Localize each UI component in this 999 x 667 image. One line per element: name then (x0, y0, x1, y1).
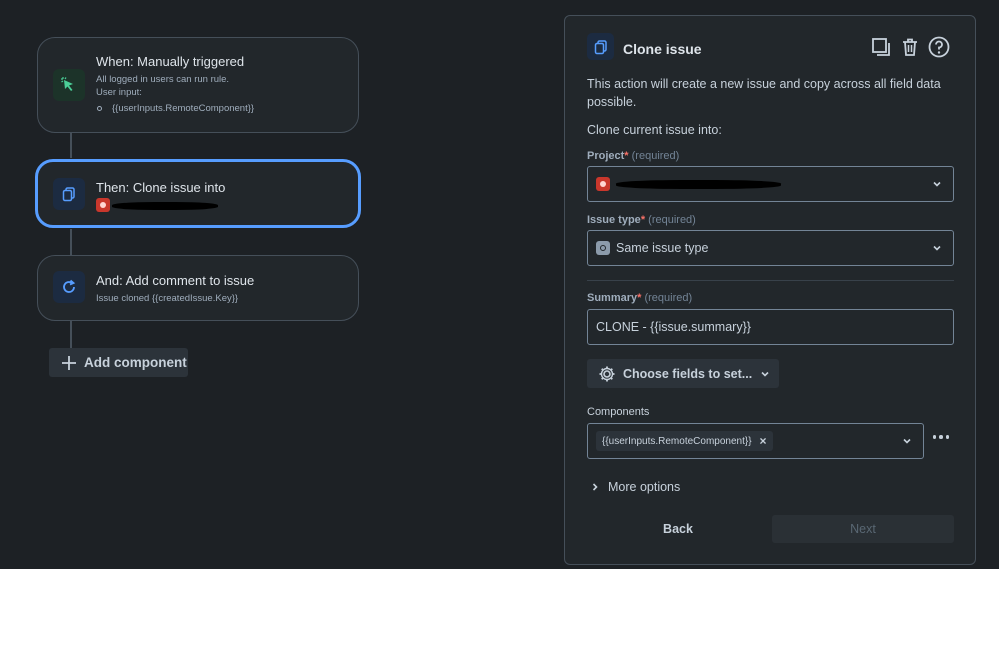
trash-icon[interactable] (899, 36, 921, 58)
plus-icon (62, 355, 76, 370)
issue-type-label-text: Issue type (587, 214, 641, 226)
components-label: Components (587, 406, 650, 418)
component-chip: {{userInputs.RemoteComponent}} × (596, 431, 773, 451)
add-component-label: Add component (84, 355, 187, 370)
trigger-title: When: Manually triggered (96, 54, 245, 69)
chevron-right-icon (592, 483, 598, 491)
trigger-input-label: User input: (96, 87, 142, 98)
choose-fields-label: Choose fields to set... (623, 366, 753, 381)
refresh-icon (53, 271, 85, 303)
flow-connector (70, 228, 72, 256)
required-text: (required) (631, 150, 680, 162)
flow-connector (70, 320, 72, 348)
required-mark: * (640, 214, 646, 226)
chevron-down-icon (761, 371, 769, 377)
add-comment-card[interactable]: And: Add comment to issue Issue cloned {… (37, 255, 359, 321)
issue-type-value: Same issue type (616, 241, 709, 255)
issue-type-select[interactable]: Same issue type (587, 230, 954, 266)
project-avatar (596, 177, 610, 191)
followup-title: And: Add comment to issue (96, 273, 255, 288)
duplicate-icon[interactable] (870, 36, 892, 58)
section-label: Clone current issue into: (587, 123, 722, 137)
summary-input[interactable]: CLONE - {{issue.summary}} (587, 309, 954, 345)
project-avatar (96, 198, 110, 212)
project-select[interactable] (587, 166, 954, 202)
flow-connector (70, 132, 72, 160)
components-select[interactable]: {{userInputs.RemoteComponent}} × (587, 423, 924, 459)
trigger-description: All logged in users can run rule. (96, 74, 230, 85)
required-text: (required) (644, 292, 693, 304)
back-button[interactable]: Back (638, 515, 718, 543)
chevron-down-icon (933, 181, 941, 187)
divider (587, 280, 954, 281)
copy-icon (587, 33, 614, 60)
required-text: (required) (648, 214, 696, 226)
more-actions-icon[interactable] (930, 429, 952, 445)
redacted-project-name (112, 202, 218, 210)
add-component-button[interactable]: Add component (49, 348, 188, 377)
chip-remove-icon[interactable]: × (760, 434, 767, 448)
chevron-down-icon (903, 438, 911, 444)
help-icon[interactable] (928, 36, 950, 58)
summary-value: CLONE - {{issue.summary}} (596, 320, 751, 334)
choose-fields-button[interactable]: Choose fields to set... (587, 359, 779, 388)
issue-type-icon (596, 241, 610, 255)
required-mark: * (624, 150, 629, 162)
list-bullet (97, 106, 102, 111)
gear-icon (599, 366, 615, 381)
chevron-down-icon (933, 245, 941, 251)
trigger-input-item: {{userInputs.RemoteComponent}} (112, 103, 255, 114)
action-title: Then: Clone issue into (96, 180, 226, 195)
summary-label: Summary* (required) (587, 292, 692, 304)
project-label-text: Project (587, 150, 625, 162)
project-label: Project* (required) (587, 150, 679, 162)
action-description: This action will create a new issue and … (587, 77, 941, 109)
more-options-label: More options (608, 480, 681, 494)
clone-issue-panel: Clone issue This action will create a ne… (564, 15, 976, 565)
component-chip-label: {{userInputs.RemoteComponent}} (602, 435, 752, 447)
more-options-toggle[interactable]: More options (590, 480, 680, 494)
redacted-project-name (616, 180, 781, 189)
issue-type-label: Issue type* (required) (587, 214, 696, 226)
followup-subtitle: Issue cloned {{createdIssue.Key}} (96, 293, 239, 304)
copy-icon (53, 178, 85, 210)
required-mark: * (637, 292, 642, 304)
clone-action-card[interactable]: Then: Clone issue into (35, 159, 361, 228)
cursor-click-icon (53, 69, 85, 101)
automation-editor: When: Manually triggered All logged in u… (0, 0, 999, 569)
summary-label-text: Summary (587, 292, 638, 304)
next-button[interactable]: Next (772, 515, 954, 543)
trigger-card[interactable]: When: Manually triggered All logged in u… (37, 37, 359, 133)
panel-title: Clone issue (623, 41, 702, 57)
